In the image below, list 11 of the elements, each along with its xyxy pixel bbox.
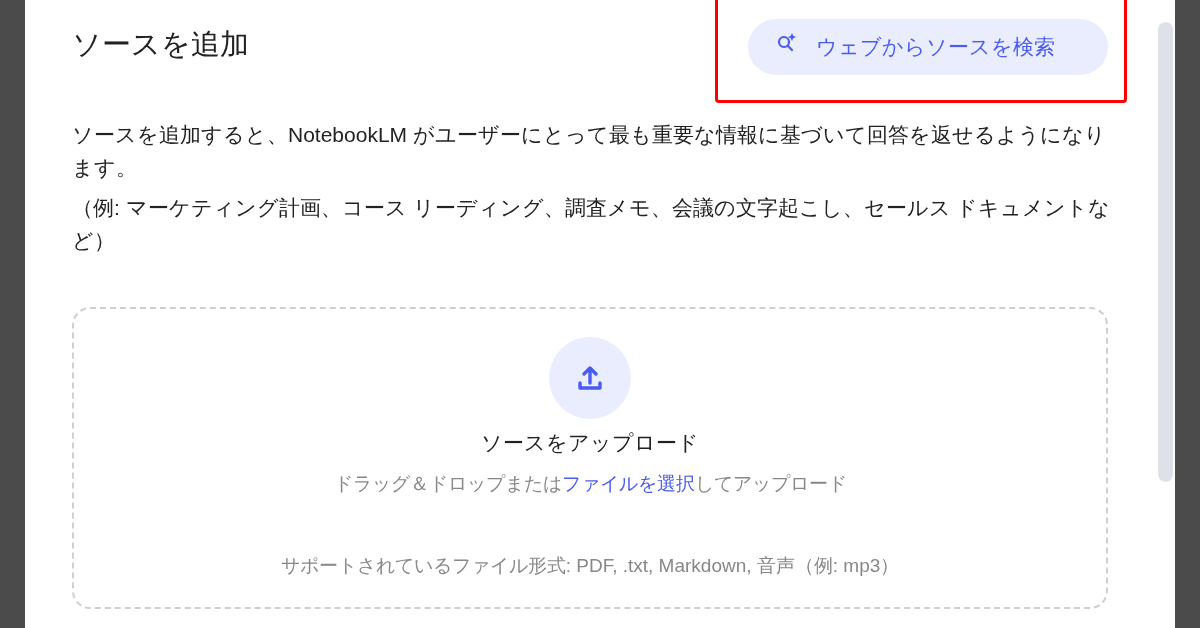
- supported-formats: サポートされているファイル形式: PDF, .txt, Markdown, 音声（例: mp3）: [280, 554, 900, 578]
- sparkle-search-icon: [776, 32, 798, 54]
- scrollbar[interactable]: [1158, 22, 1173, 482]
- upload-title: ソースをアップロード: [481, 430, 699, 456]
- dialog-title: ソースを追加: [72, 27, 249, 62]
- description-text: （例: マーケティング計画、コース リーディング、調査メモ、会議の文字起こし、セールス ドキュメントなど）: [72, 195, 1112, 254]
- description-text: ソースを追加すると、NotebookLM がユーザーにとって最も重要な情報に基づいて回答を返せるようになります。: [72, 122, 1107, 181]
- upload-hint: ドラッグ＆ドロップまたはファイルを選択 してアップロード: [333, 472, 847, 496]
- file-select-link[interactable]: ファイルを選択: [561, 473, 695, 494]
- drop-zone[interactable]: ソースをアップロード ドラッグ＆ドロップまたはファイルを選択 してアップロード サポートされているファイル形式: PDF, .txt, Markdown, 音声（例: mp3）: [72, 307, 1108, 609]
- web-search-button[interactable]: ウェブからソースを検索: [748, 19, 1108, 75]
